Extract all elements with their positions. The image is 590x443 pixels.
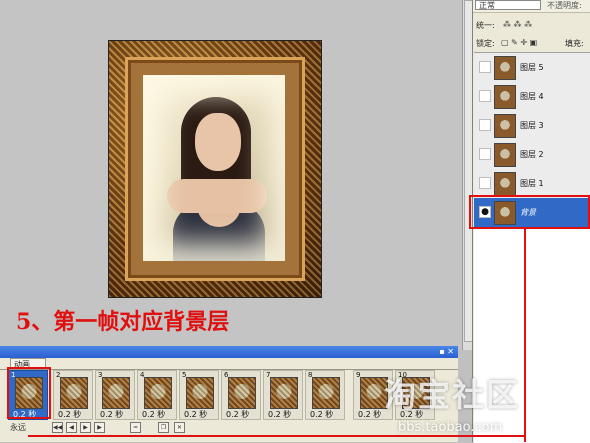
animation-titlebar[interactable]: ▪ ✕ (0, 346, 458, 358)
next-frame-icon[interactable]: ▶ (94, 422, 105, 433)
visibility-toggle[interactable] (479, 90, 491, 102)
layer-thumbnail (494, 56, 516, 80)
frame-delay[interactable]: 0.2 秒 (310, 409, 333, 420)
document-canvas[interactable]: 5、第一帧对应背景层 (0, 0, 462, 350)
layer-name: 图层 4 (520, 92, 544, 101)
frame-thumbnail (102, 377, 130, 409)
visibility-toggle[interactable] (479, 177, 491, 189)
frame-thumbnail (228, 377, 256, 409)
highlight-box-first-frame (7, 367, 51, 419)
layer-thumbnail (494, 143, 516, 167)
previous-frame-icon[interactable]: ◀ (66, 422, 77, 433)
frame-thumbnail (312, 377, 340, 409)
watermark-brand: 淘宝社区 (384, 376, 521, 414)
first-frame-icon[interactable]: ◀◀ (52, 422, 63, 433)
framed-portrait-image (108, 40, 322, 298)
unify-label: 统一: (476, 21, 495, 30)
loop-select[interactable]: 永远 (10, 422, 26, 433)
lock-row: 锁定: ▢ ✎ ✛ ▣ 填充: (473, 32, 590, 52)
unify-icons[interactable]: ⁂ ⁂ ⁂ (503, 20, 532, 29)
animation-frame[interactable]: 6 0.2 秒 (221, 370, 261, 420)
layer-row[interactable]: 图层 3 (474, 111, 590, 141)
layer-thumbnail (494, 172, 516, 196)
portrait-photo (143, 75, 285, 261)
watermark-url: bbs.taobao.com (398, 420, 503, 435)
animation-frame[interactable]: 5 0.2 秒 (179, 370, 219, 420)
layer-row[interactable]: 图层 4 (474, 82, 590, 112)
visibility-toggle[interactable] (479, 119, 491, 131)
animation-frame[interactable]: 2 0.2 秒 (53, 370, 93, 420)
frame-delay[interactable]: 0.2 秒 (358, 409, 381, 420)
layers-blend-row: 正常 不透明度: (473, 0, 590, 13)
layer-row[interactable]: 图层 5 (474, 53, 590, 83)
frame-thumbnail (60, 377, 88, 409)
highlight-box-background-layer (469, 195, 590, 229)
frame-delay[interactable]: 0.2 秒 (226, 409, 249, 420)
layer-name: 图层 1 (520, 179, 544, 188)
opacity-label: 不透明度: (547, 1, 582, 10)
titlebar-buttons[interactable]: ▪ ✕ (439, 347, 454, 356)
frame-delay[interactable]: 0.2 秒 (184, 409, 207, 420)
lock-label: 锁定: (476, 39, 495, 48)
site-watermark: 淘宝社区 bbs.taobao.com (380, 368, 590, 442)
frame-delay[interactable]: 0.2 秒 (100, 409, 123, 420)
layer-name: 图层 5 (520, 63, 544, 72)
duplicate-frame-icon[interactable]: ❐ (158, 422, 169, 433)
photo-glow (143, 75, 285, 261)
delete-frame-icon[interactable]: ✕ (174, 422, 185, 433)
layer-name: 图层 3 (520, 121, 544, 130)
layer-name: 图层 2 (520, 150, 544, 159)
play-icon[interactable]: ▶ (80, 422, 91, 433)
blend-mode-select[interactable]: 正常 (475, 0, 541, 10)
frame-delay[interactable]: 0.2 秒 (142, 409, 165, 420)
frame-thumbnail (270, 377, 298, 409)
animation-frame[interactable]: 8 0.2 秒 (305, 370, 345, 420)
lock-icons[interactable]: ▢ ✎ ✛ ▣ (501, 38, 537, 47)
frame-thumbnail (144, 377, 172, 409)
visibility-toggle[interactable] (479, 148, 491, 160)
unify-row: 统一: ⁂ ⁂ ⁂ (473, 14, 590, 34)
step-instruction: 5、第一帧对应背景层 (16, 309, 230, 335)
animation-frame[interactable]: 4 0.2 秒 (137, 370, 177, 420)
tween-icon[interactable]: ≈ (130, 422, 141, 433)
frame-delay[interactable]: 0.2 秒 (58, 409, 81, 420)
fill-label: 填充: (565, 39, 584, 48)
frame-delay[interactable]: 0.2 秒 (268, 409, 291, 420)
animation-frame[interactable]: 7 0.2 秒 (263, 370, 303, 420)
visibility-toggle[interactable] (479, 61, 491, 73)
layer-thumbnail (494, 114, 516, 138)
layer-row[interactable]: 图层 2 (474, 140, 590, 170)
animation-frame[interactable]: 3 0.2 秒 (95, 370, 135, 420)
layer-thumbnail (494, 85, 516, 109)
frame-thumbnail (186, 377, 214, 409)
